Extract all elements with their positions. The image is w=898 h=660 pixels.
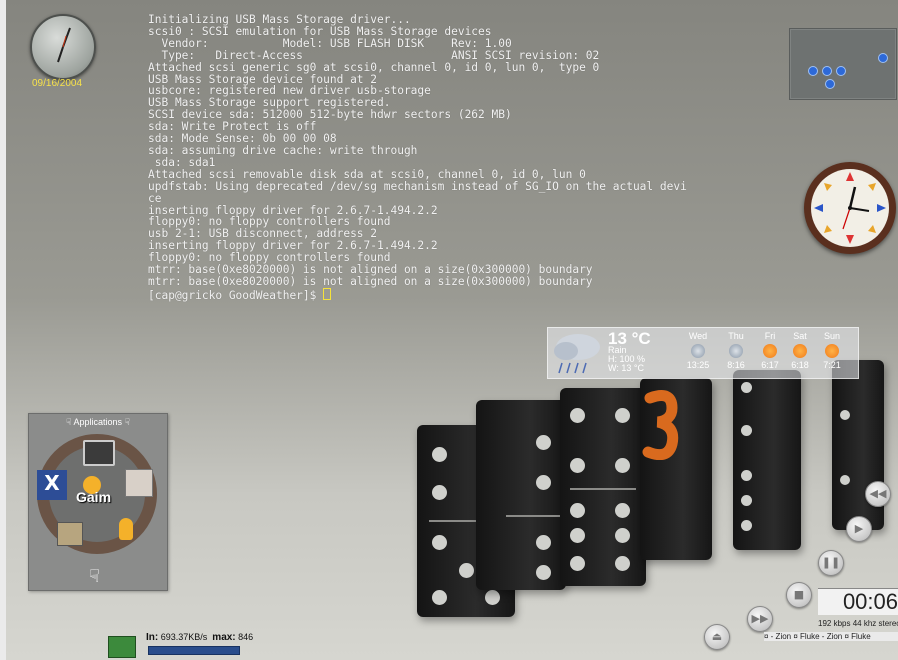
- sun-icon: [763, 344, 777, 358]
- terminal-icon[interactable]: [83, 440, 115, 466]
- sun-icon: [825, 344, 839, 358]
- terminal-prompt[interactable]: [cap@gricko GoodWeather]$: [148, 287, 788, 302]
- pager-window-dot[interactable]: [822, 66, 832, 76]
- date-label: 09/16/2004: [32, 78, 83, 89]
- player-bitrate: 192 kbps 44 khz stereo: [818, 619, 898, 628]
- user-icon[interactable]: [119, 518, 133, 540]
- rewind-button[interactable]: ◀◀: [865, 481, 891, 507]
- package-icon[interactable]: [125, 469, 153, 497]
- pager-window-dot[interactable]: [836, 66, 846, 76]
- wall-clock-widget[interactable]: [804, 162, 896, 254]
- weather-widget[interactable]: 13 °C Rain H: 100 % W: 13 °C Wed 13:25 Th…: [547, 327, 859, 379]
- terminal-cursor: [323, 287, 332, 300]
- pager-window-dot[interactable]: [878, 53, 888, 63]
- wind-text: W: 13 °C: [608, 363, 644, 373]
- forecast-day: Wed 13:25: [686, 331, 710, 370]
- domino-wallpaper: [733, 370, 801, 550]
- cloud-icon: [729, 344, 743, 358]
- forecast-day: Sat 6:18: [791, 331, 809, 370]
- desktop-clock-widget[interactable]: [30, 14, 96, 80]
- calculator-icon[interactable]: [57, 522, 83, 546]
- network-icon: [108, 636, 136, 658]
- terminal-line: Vendor: Model: USB FLASH DISK Rev: 1.00: [148, 36, 512, 50]
- terminal-line: sda: assuming drive cache: write through: [148, 143, 418, 157]
- foot-icon[interactable]: ☟: [89, 566, 100, 587]
- clock-face: [30, 14, 96, 80]
- app-launcher[interactable]: ☟ Applications ☟ X Gaim ☟: [28, 413, 168, 591]
- terminal-line: Attached scsi removable disk sda at scsi…: [148, 167, 586, 181]
- forecast-day: Fri 6:17: [761, 331, 779, 370]
- net-usage-bar: [148, 646, 240, 655]
- forward-button[interactable]: ▶▶: [747, 606, 773, 632]
- domino-wallpaper: [476, 400, 566, 590]
- clock-hands-icon: [57, 27, 71, 63]
- player-track-title: ¤ - Zion ¤ Fluke - Zion ¤ Fluke: [764, 632, 898, 641]
- pager-window-dot[interactable]: [808, 66, 818, 76]
- domino-wallpaper: [560, 388, 646, 586]
- forecast-day: Sun 7:21: [823, 331, 841, 370]
- terminal-line: mtrr: base(0xe8020000) is not aligned on…: [148, 274, 593, 288]
- wall-clock-face: [811, 169, 889, 247]
- launcher-title: ☟ Applications ☟: [66, 417, 130, 427]
- net-in-readout: In: 693.37KB/s max: 846: [146, 632, 254, 643]
- terminal-line: ce: [148, 191, 162, 205]
- terminal-line: Attached scsi generic sg0 at scsi0, chan…: [148, 60, 600, 74]
- gaim-label: Gaim: [76, 489, 112, 505]
- storm-cloud-icon: [691, 344, 705, 358]
- player-time: 00:06: [818, 588, 898, 615]
- clock-dial-icon: [814, 172, 886, 244]
- terminal-line: sda: sda1: [148, 155, 216, 169]
- rain-cloud-icon: [554, 334, 600, 374]
- forecast-day: Thu 8:16: [727, 331, 745, 370]
- terminal-output[interactable]: Initializing USB Mass Storage driver... s…: [148, 14, 788, 302]
- stop-button[interactable]: ■: [786, 582, 812, 608]
- desktop-pager[interactable]: [789, 28, 897, 100]
- eject-button[interactable]: ⏏: [704, 624, 730, 650]
- domino-wallpaper: [640, 378, 712, 560]
- current-conditions: Rain H: 100 % W: 13 °C: [608, 346, 645, 373]
- network-monitor[interactable]: In: 693.37KB/s max: 846: [108, 628, 278, 658]
- screen-left-edge: [0, 0, 6, 660]
- terminal-line: updfstab: Using deprecated /dev/sg mecha…: [148, 179, 687, 193]
- pause-button[interactable]: ❚❚: [818, 550, 844, 576]
- sun-icon: [793, 344, 807, 358]
- play-button[interactable]: ▶: [846, 516, 872, 542]
- xmms-icon[interactable]: X: [37, 470, 67, 500]
- pager-window-dot[interactable]: [825, 79, 835, 89]
- terminal-line: Type: Direct-Access ANSI SCSI revision: …: [148, 48, 600, 62]
- number-three-icon: [642, 390, 679, 460]
